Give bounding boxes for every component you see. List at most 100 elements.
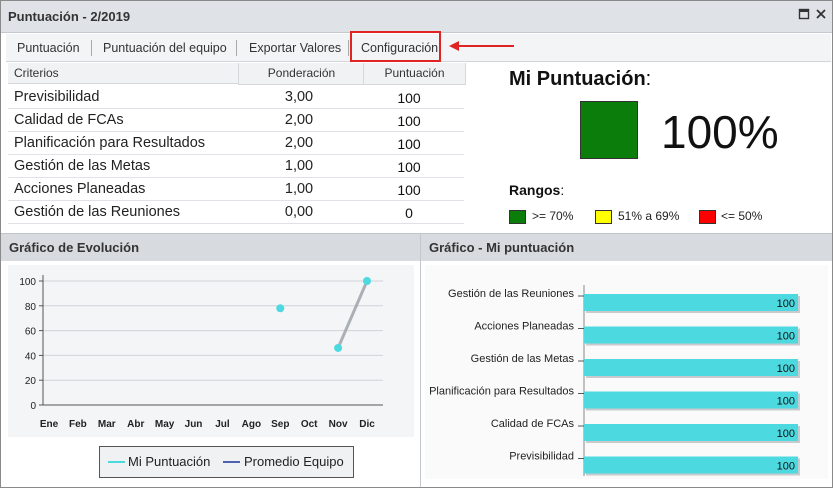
x-tick-label: Mar bbox=[98, 419, 116, 430]
chart-legend: Mi Puntuación Promedio Equipo bbox=[99, 446, 354, 478]
puntuacion-cell: 100 bbox=[397, 182, 421, 198]
y-tick-label: 80 bbox=[25, 302, 37, 313]
tab-puntuacion[interactable]: Puntuación bbox=[17, 41, 80, 55]
rangos-label: Rangos bbox=[509, 182, 561, 198]
x-tick-label: Jun bbox=[185, 419, 203, 430]
criterio-cell: Gestión de las Metas bbox=[14, 158, 151, 174]
bar bbox=[584, 294, 798, 311]
criterio-cell: Previsibilidad bbox=[14, 89, 100, 105]
puntuacion-cell: 100 bbox=[397, 90, 421, 106]
toolbar-divider bbox=[348, 40, 349, 56]
bar-value-label: 100 bbox=[777, 461, 795, 473]
configuracion-highlight bbox=[350, 31, 441, 62]
bar-value-label: 100 bbox=[777, 331, 795, 343]
bar bbox=[584, 391, 798, 409]
title-bar: Puntuación - 2/2019 bbox=[1, 1, 832, 33]
legend-mi-puntuacion-line bbox=[108, 461, 125, 463]
table-row[interactable]: Planificación para Resultados 2,00 100 bbox=[8, 132, 464, 155]
x-tick-label: Sep bbox=[271, 419, 289, 430]
series-line-segment bbox=[336, 280, 369, 349]
puntuacion-window: Puntuación - 2/2019 Puntuación Puntuació… bbox=[0, 0, 833, 488]
mi-puntuacion-colon: : bbox=[645, 68, 652, 90]
category-label: Gestión de las Reuniones bbox=[448, 288, 574, 300]
y-tick-label: 0 bbox=[30, 401, 36, 412]
bar-value-label: 100 bbox=[777, 363, 795, 375]
criterio-cell: Calidad de FCAs bbox=[14, 112, 124, 128]
column-header-puntuacion[interactable]: Puntuación bbox=[363, 63, 466, 85]
data-point bbox=[334, 343, 343, 352]
table-row[interactable]: Acciones Planeadas 1,00 100 bbox=[8, 178, 464, 201]
bar-value-label: 100 bbox=[777, 428, 795, 440]
category-label: Planificación para Resultados bbox=[429, 386, 574, 398]
puntuacion-cell: 100 bbox=[397, 159, 421, 175]
table-row[interactable]: Gestión de las Metas 1,00 100 bbox=[8, 155, 464, 178]
rango-yellow-swatch bbox=[595, 210, 612, 224]
table-row[interactable]: Calidad de FCAs 2,00 100 bbox=[8, 109, 464, 132]
restore-icon[interactable] bbox=[797, 8, 811, 22]
x-tick-label: Ago bbox=[242, 419, 261, 430]
x-tick-label: Nov bbox=[329, 419, 348, 430]
close-icon[interactable] bbox=[814, 8, 828, 22]
mi-puntuacion-title: Mi Puntuación: bbox=[509, 68, 651, 91]
table-row[interactable]: Gestión de las Reuniones 0,00 0 bbox=[8, 201, 464, 224]
puntuacion-cell: 0 bbox=[405, 205, 413, 221]
bar bbox=[584, 456, 798, 474]
panel-header-mi-puntuacion: Gráfico - Mi puntuación bbox=[421, 233, 832, 261]
x-tick-label: Feb bbox=[69, 419, 87, 430]
category-label: Gestión de las Metas bbox=[471, 353, 575, 365]
category-label: Previsibilidad bbox=[509, 451, 574, 463]
x-tick-label: Jul bbox=[215, 419, 230, 430]
mi-puntuacion-panel: Mi Puntuación: 100% Rangos: >= 70% 51% a… bbox=[501, 63, 831, 229]
y-tick-label: 40 bbox=[25, 351, 37, 362]
column-header-criterios[interactable]: Criterios bbox=[8, 63, 238, 84]
criterio-cell: Gestión de las Reuniones bbox=[14, 204, 181, 220]
score-color-indicator bbox=[580, 101, 638, 159]
toolbar-divider bbox=[236, 40, 237, 56]
ponderacion-cell: 1,00 bbox=[284, 181, 314, 197]
rango-label: >= 70% bbox=[532, 209, 574, 223]
column-header-ponderacion[interactable]: Ponderación bbox=[238, 63, 364, 85]
category-label: Acciones Planeadas bbox=[474, 321, 574, 333]
bar bbox=[584, 326, 798, 344]
data-point bbox=[363, 277, 371, 285]
data-point bbox=[276, 304, 285, 313]
x-tick-label: Abr bbox=[127, 419, 144, 430]
panel-header-evolucion: Gráfico de Evolución bbox=[1, 233, 420, 261]
y-tick-label: 100 bbox=[19, 277, 36, 288]
mi-puntuacion-bar-chart: Gestión de las Reuniones 100 Acciones Plan… bbox=[429, 285, 800, 476]
x-tick-label: Dic bbox=[359, 419, 375, 430]
legend-promedio-equipo-line bbox=[223, 461, 240, 463]
criterios-table: Criterios Ponderación Puntuación Previsi… bbox=[8, 63, 466, 224]
x-tick-label: Oct bbox=[301, 419, 318, 430]
puntuacion-cell: 100 bbox=[397, 136, 421, 152]
legend-label[interactable]: Promedio Equipo bbox=[244, 454, 344, 469]
legend-label[interactable]: Mi Puntuación bbox=[128, 454, 210, 469]
ponderacion-cell: 3,00 bbox=[284, 89, 314, 105]
ponderacion-cell: 2,00 bbox=[284, 135, 314, 151]
y-tick-label: 60 bbox=[25, 327, 37, 338]
x-tick-label: May bbox=[155, 419, 175, 430]
score-value: 100% bbox=[661, 106, 779, 158]
rango-green-swatch bbox=[509, 210, 526, 224]
ponderacion-cell: 1,00 bbox=[284, 158, 314, 174]
bar-value-label: 100 bbox=[777, 298, 795, 310]
tab-puntuacion-del-equipo[interactable]: Puntuación del equipo bbox=[103, 41, 227, 55]
rango-red-swatch bbox=[699, 210, 716, 224]
x-tick-label: Ene bbox=[40, 419, 59, 430]
y-tick-label: 20 bbox=[25, 376, 37, 387]
rango-label: 51% a 69% bbox=[618, 209, 680, 223]
bar bbox=[584, 424, 798, 441]
table-row[interactable]: Previsibilidad 3,00 100 bbox=[8, 86, 464, 109]
rangos-colon: : bbox=[560, 182, 565, 198]
bar bbox=[584, 359, 798, 376]
tab-exportar-valores[interactable]: Exportar Valores bbox=[249, 41, 341, 55]
pointer-arrow-icon bbox=[449, 41, 514, 51]
window-title: Puntuación - 2/2019 bbox=[8, 9, 131, 24]
criterio-cell: Acciones Planeadas bbox=[14, 181, 146, 197]
mi-puntuacion-label: Mi Puntuación bbox=[509, 68, 646, 90]
rangos-title: Rangos: bbox=[509, 182, 564, 198]
toolbar-divider bbox=[91, 40, 92, 56]
evolution-line-chart: 0 20 40 60 80 100 Ene Feb Mar Abr May Jun Jul Ago Sep O… bbox=[19, 275, 383, 430]
category-label: Calidad de FCAs bbox=[491, 418, 575, 430]
criterio-cell: Planificación para Resultados bbox=[14, 135, 206, 151]
